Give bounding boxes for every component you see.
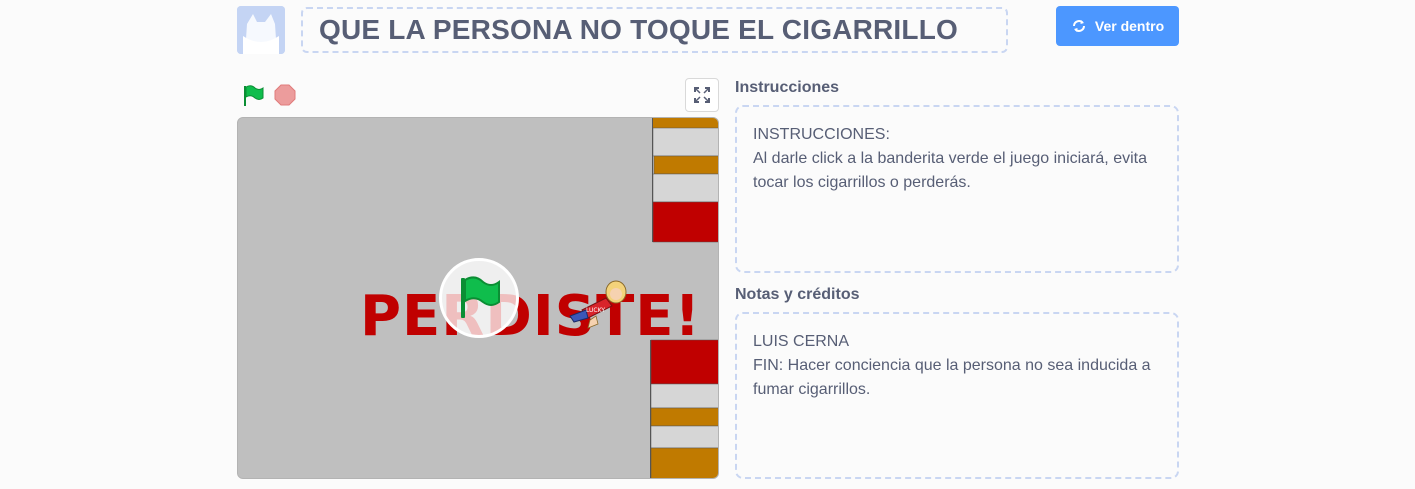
cigarette-filter bbox=[650, 447, 718, 478]
project-title: QUE LA PERSONA NO TOQUE EL CIGARRILLO bbox=[319, 14, 958, 45]
notes-line: LUIS CERNA bbox=[753, 333, 850, 350]
pipe-cap-top bbox=[653, 118, 718, 128]
green-flag-icon bbox=[244, 85, 264, 106]
cigarette-filter bbox=[653, 155, 718, 175]
instructions-heading: Instrucciones bbox=[735, 79, 840, 96]
project-title-input[interactable]: QUE LA PERSONA NO TOQUE EL CIGARRILLO bbox=[301, 7, 1008, 53]
instructions-box[interactable]: INSTRUCCIONES: Al darle click a la bande… bbox=[735, 105, 1179, 273]
project-stage[interactable]: PERDISTE! LUCKY bbox=[237, 117, 719, 479]
fullscreen-icon bbox=[694, 87, 710, 103]
instructions-line: INSTRUCCIONES: bbox=[753, 126, 890, 143]
pipe-segment bbox=[650, 383, 718, 409]
see-inside-button[interactable]: Ver dentro bbox=[1056, 6, 1179, 46]
pipe-segment bbox=[650, 425, 718, 449]
green-flag-button[interactable] bbox=[241, 84, 265, 108]
pipe-segment bbox=[652, 173, 718, 203]
notes-box[interactable]: LUIS CERNA FIN: Hacer conciencia que la … bbox=[735, 312, 1179, 479]
project-page: QUE LA PERSONA NO TOQUE EL CIGARRILLO Ve… bbox=[0, 0, 1415, 489]
stop-sign-icon bbox=[274, 84, 296, 106]
game-over-text: PERDISTE! bbox=[360, 284, 701, 349]
stop-button[interactable] bbox=[274, 84, 296, 106]
sprite-tag: LUCKY bbox=[586, 307, 605, 314]
see-inside-label: Ver dentro bbox=[1094, 18, 1165, 34]
avatar[interactable] bbox=[237, 6, 285, 54]
start-overlay-button[interactable] bbox=[439, 258, 519, 338]
instructions-line: Al darle click a la banderita verde el j… bbox=[753, 150, 1147, 191]
remix-icon bbox=[1072, 20, 1085, 32]
cigarette-filter bbox=[650, 407, 718, 427]
notes-line: FIN: Hacer conciencia que la persona no … bbox=[753, 357, 1151, 398]
fullscreen-button[interactable] bbox=[685, 78, 719, 112]
cat-icon bbox=[237, 6, 285, 54]
pipe-segment bbox=[652, 127, 718, 157]
red-block bbox=[652, 201, 718, 243]
green-flag-icon bbox=[461, 276, 500, 318]
notes-heading: Notas y créditos bbox=[735, 286, 860, 303]
